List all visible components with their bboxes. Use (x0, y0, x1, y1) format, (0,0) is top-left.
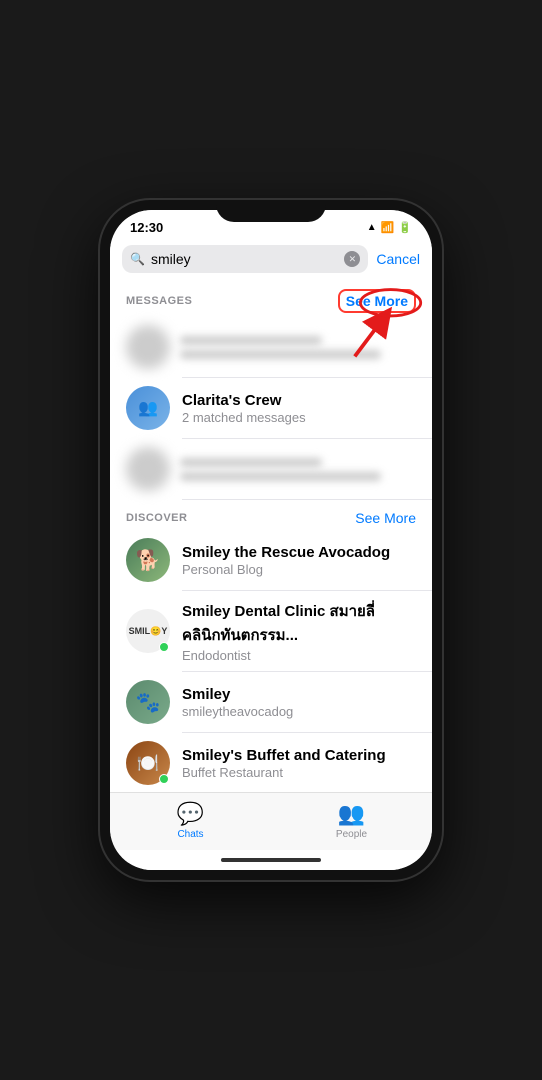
blurred-avatar-2 (126, 447, 170, 491)
clarita-crew-item[interactable]: 👥 Clarita's Crew 2 matched messages (110, 378, 432, 438)
blurred-text-2 (180, 458, 416, 481)
smiley-avatar: 🐾 (126, 680, 170, 724)
rescue-sub: Personal Blog (182, 562, 416, 577)
battery-icon: 🔋 (398, 221, 412, 234)
people-tab-icon: 👥 (338, 801, 365, 827)
tab-chats[interactable]: 💬 Chats (110, 793, 271, 850)
messages-section-title: MESSAGES (126, 295, 192, 307)
clarita-avatar-wrap: 👥 (126, 386, 170, 430)
dental-item-text: Smiley Dental Clinic สมายลี่ คลินิกทันตก… (182, 599, 416, 663)
discover-see-more-button[interactable]: See More (355, 510, 416, 526)
clarita-name: Clarita's Crew (182, 392, 416, 409)
chats-tab-icon: 💬 (177, 801, 204, 827)
rescue-avatar: 🐕 (126, 538, 170, 582)
clarita-sub: 2 matched messages (182, 410, 416, 425)
discover-item-1[interactable]: SMIL😊Y Smiley Dental Clinic สมายลี่ คลิน… (110, 591, 432, 671)
signal-icon: ▲ (367, 222, 377, 233)
discover-item-3[interactable]: 🍽️ Smiley's Buffet and Catering Buffet R… (110, 733, 432, 792)
tab-bar: 💬 Chats 👥 People (110, 792, 432, 850)
smiley-name: Smiley (182, 686, 416, 703)
blur-line (180, 458, 322, 467)
status-time: 12:30 (130, 220, 163, 235)
search-icon: 🔍 (130, 252, 145, 266)
wifi-icon: 📶 (381, 221, 395, 234)
messages-see-more-button[interactable]: See More (338, 289, 416, 313)
people-tab-label: People (336, 829, 367, 840)
search-input-wrap[interactable]: 🔍 smiley ✕ (122, 245, 368, 273)
blurred-message-row-1[interactable] (110, 317, 432, 377)
phone-screen: 12:30 ▲ 📶 🔋 🔍 smiley ✕ Cancel MESSAGES S… (110, 210, 432, 870)
discover-item-2[interactable]: 🐾 Smiley smileytheavocadog (110, 672, 432, 732)
buffet-avatar-wrap: 🍽️ (126, 741, 170, 785)
discover-section-header: DISCOVER See More (110, 500, 432, 530)
rescue-avatar-wrap: 🐕 (126, 538, 170, 582)
crew-icon: 👥 (138, 398, 158, 418)
search-clear-button[interactable]: ✕ (344, 251, 360, 267)
rescue-item-text: Smiley the Rescue Avocadog Personal Blog (182, 544, 416, 577)
dental-text: SMIL😊Y (129, 626, 168, 637)
rescue-name: Smiley the Rescue Avocadog (182, 544, 416, 561)
notch (216, 200, 326, 222)
discover-item-0[interactable]: 🐕 Smiley the Rescue Avocadog Personal Bl… (110, 530, 432, 590)
search-query: smiley (151, 251, 338, 267)
phone-frame: 12:30 ▲ 📶 🔋 🔍 smiley ✕ Cancel MESSAGES S… (100, 200, 442, 880)
home-bar (221, 858, 321, 862)
status-icons: ▲ 📶 🔋 (367, 221, 412, 234)
dental-avatar-wrap: SMIL😊Y (126, 609, 170, 653)
smiley-avatar-wrap: 🐾 (126, 680, 170, 724)
online-dot (159, 642, 169, 652)
tab-people[interactable]: 👥 People (271, 793, 432, 850)
dental-name: Smiley Dental Clinic สมายลี่ คลินิกทันตก… (182, 599, 416, 647)
messages-section-header: MESSAGES See More (110, 279, 432, 317)
rescue-icon: 🐕 (136, 548, 161, 573)
blurred-message-row-2[interactable] (110, 439, 432, 499)
search-bar-area: 🔍 smiley ✕ Cancel (110, 239, 432, 279)
smiley-icon: 🐾 (136, 690, 161, 715)
blur-line (180, 472, 381, 481)
smiley-sub: smileytheavocadog (182, 704, 416, 719)
scroll-content: MESSAGES See More 👥 (110, 279, 432, 792)
dental-sub: Endodontist (182, 648, 416, 663)
chats-tab-label: Chats (177, 829, 203, 840)
buffet-name: Smiley's Buffet and Catering (182, 747, 416, 764)
buffet-icon: 🍽️ (137, 753, 159, 774)
blur-line (180, 350, 381, 359)
online-dot-buffet (159, 774, 169, 784)
buffet-item-text: Smiley's Buffet and Catering Buffet Rest… (182, 747, 416, 780)
clarita-avatar: 👥 (126, 386, 170, 430)
clarita-item-text: Clarita's Crew 2 matched messages (182, 392, 416, 425)
blurred-text-1 (180, 336, 416, 359)
buffet-sub: Buffet Restaurant (182, 765, 416, 780)
smiley-item-text: Smiley smileytheavocadog (182, 686, 416, 719)
blur-line (180, 336, 322, 345)
discover-section-title: DISCOVER (126, 512, 187, 524)
blurred-avatar-1 (126, 325, 170, 369)
cancel-button[interactable]: Cancel (376, 251, 420, 267)
home-indicator (110, 850, 432, 870)
